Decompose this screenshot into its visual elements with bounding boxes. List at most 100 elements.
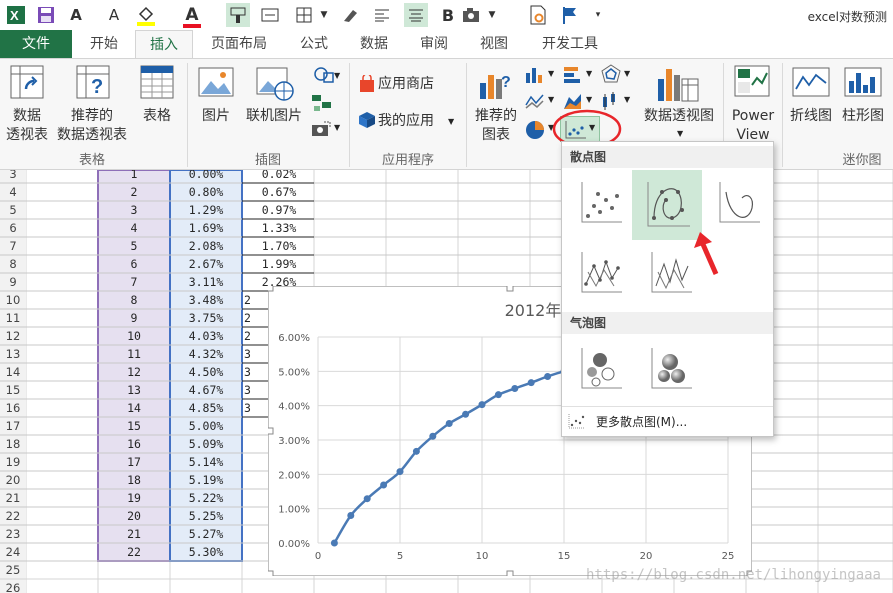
line-chart-dropdown-icon[interactable]: ▼: [548, 95, 554, 104]
bold-icon[interactable]: B: [436, 3, 460, 27]
cell-fit[interactable]: 1.33%: [244, 221, 314, 235]
tab-view[interactable]: 视图: [468, 30, 520, 58]
align-center-icon[interactable]: [404, 3, 428, 27]
store-button[interactable]: 应用商店: [378, 75, 434, 94]
cell-rate[interactable]: 4.50%: [170, 365, 242, 379]
cell-x[interactable]: 1: [98, 170, 170, 181]
cell-x[interactable]: 13: [98, 383, 170, 397]
line-chart-icon[interactable]: [524, 91, 546, 114]
pivottable-button[interactable]: 数据 透视表: [0, 107, 54, 145]
row-header[interactable]: 10: [0, 293, 26, 307]
cell-rate[interactable]: 1.29%: [170, 203, 242, 217]
shapes-dropdown-icon[interactable]: ▼: [334, 71, 340, 80]
more-scatter-charts-link[interactable]: 更多散点图(M)...: [566, 410, 768, 432]
cell-x[interactable]: 8: [98, 293, 170, 307]
cell-x[interactable]: 21: [98, 527, 170, 541]
tab-page-layout[interactable]: 页面布局: [198, 30, 280, 58]
cell-x[interactable]: 17: [98, 455, 170, 469]
row-header[interactable]: 12: [0, 329, 26, 343]
sparkline-line-button[interactable]: 折线图: [786, 107, 836, 126]
cell-x[interactable]: 3: [98, 203, 170, 217]
pictures-button[interactable]: 图片: [192, 107, 240, 126]
cell-x[interactable]: 20: [98, 509, 170, 523]
tab-home[interactable]: 开始: [76, 30, 132, 58]
cell-x[interactable]: 16: [98, 437, 170, 451]
document-settings-icon[interactable]: [526, 3, 550, 27]
cell-x[interactable]: 5: [98, 239, 170, 253]
pie-chart-icon[interactable]: [524, 119, 546, 144]
stock-chart-dropdown-icon[interactable]: ▼: [624, 95, 630, 104]
row-header[interactable]: 25: [0, 563, 26, 577]
row-header[interactable]: 6: [0, 221, 26, 235]
my-apps-button[interactable]: 我的应用: [378, 112, 434, 131]
cell-rate[interactable]: 1.69%: [170, 221, 242, 235]
cell-x[interactable]: 11: [98, 347, 170, 361]
cell-rate[interactable]: 3.11%: [170, 275, 242, 289]
row-header[interactable]: 22: [0, 509, 26, 523]
row-header[interactable]: 24: [0, 545, 26, 559]
cell-rate[interactable]: 5.09%: [170, 437, 242, 451]
row-header[interactable]: 15: [0, 383, 26, 397]
cell-x[interactable]: 18: [98, 473, 170, 487]
radar-chart-dropdown-icon[interactable]: ▼: [624, 69, 630, 78]
clear-icon[interactable]: [338, 3, 362, 27]
tab-insert[interactable]: 插入: [135, 30, 193, 58]
cell-rate[interactable]: 5.30%: [170, 545, 242, 559]
row-header[interactable]: 18: [0, 437, 26, 451]
tab-developer[interactable]: 开发工具: [530, 30, 610, 58]
area-chart-dropdown-icon[interactable]: ▼: [586, 95, 592, 104]
scatter-markers-option[interactable]: [570, 172, 632, 234]
table-button[interactable]: 表格: [134, 107, 180, 126]
recommended-pivottable-button[interactable]: 推荐的 数据透视表: [54, 107, 130, 145]
cell-rate[interactable]: 5.25%: [170, 509, 242, 523]
cell-rate[interactable]: 2.08%: [170, 239, 242, 253]
pivot-chart-button[interactable]: 数据透视图: [640, 107, 718, 126]
row-header[interactable]: 17: [0, 419, 26, 433]
tab-review[interactable]: 审阅: [408, 30, 460, 58]
my-apps-dropdown-icon[interactable]: ▼: [448, 117, 454, 126]
cell-x[interactable]: 19: [98, 491, 170, 505]
flag-icon[interactable]: [558, 3, 582, 27]
cell-x[interactable]: 4: [98, 221, 170, 235]
cell-fit[interactable]: 0.02%: [244, 170, 314, 181]
row-header[interactable]: 7: [0, 239, 26, 253]
online-pictures-button[interactable]: 联机图片: [240, 107, 308, 126]
fill-color-icon[interactable]: [134, 3, 158, 27]
tab-data[interactable]: 数据: [348, 30, 400, 58]
column-chart-dropdown-icon[interactable]: ▼: [548, 69, 554, 78]
cell-rate[interactable]: 5.27%: [170, 527, 242, 541]
scatter-smooth-lines-option[interactable]: [708, 172, 770, 234]
cell-fit[interactable]: 0.67%: [244, 185, 314, 199]
sparkline-column-button[interactable]: 柱形图: [838, 107, 888, 126]
row-header[interactable]: 9: [0, 275, 26, 289]
power-view-button[interactable]: Power View: [726, 107, 780, 145]
column-chart-icon[interactable]: [524, 65, 546, 88]
row-header[interactable]: 20: [0, 473, 26, 487]
save-icon[interactable]: [34, 3, 58, 27]
cell-x[interactable]: 7: [98, 275, 170, 289]
smartart-icon[interactable]: [310, 93, 334, 116]
row-header[interactable]: 26: [0, 581, 26, 593]
screenshot-dropdown-icon[interactable]: ▼: [334, 123, 340, 132]
row-header[interactable]: 8: [0, 257, 26, 271]
cell-rate[interactable]: 4.67%: [170, 383, 242, 397]
shapes-icon[interactable]: [312, 65, 336, 88]
cell-x[interactable]: 6: [98, 257, 170, 271]
cell-rate[interactable]: 0.80%: [170, 185, 242, 199]
cell-fit[interactable]: 1.99%: [244, 257, 314, 271]
font-grow-icon[interactable]: A: [64, 3, 88, 27]
row-header[interactable]: 19: [0, 455, 26, 469]
font-shrink-icon[interactable]: A: [102, 3, 126, 27]
scatter-straight-lines-markers-option[interactable]: [570, 242, 632, 304]
cell-rate[interactable]: 4.03%: [170, 329, 242, 343]
row-header[interactable]: 3: [0, 170, 26, 181]
camera-dropdown-icon[interactable]: ▼: [480, 3, 504, 27]
row-header[interactable]: 16: [0, 401, 26, 415]
cell-rate[interactable]: 3.48%: [170, 293, 242, 307]
cell-rate[interactable]: 5.22%: [170, 491, 242, 505]
pivot-chart-dropdown-icon[interactable]: ▼: [677, 129, 683, 138]
cell-rate[interactable]: 5.19%: [170, 473, 242, 487]
cell-x[interactable]: 12: [98, 365, 170, 379]
cell-x[interactable]: 2: [98, 185, 170, 199]
format-painter-icon[interactable]: [226, 3, 250, 27]
